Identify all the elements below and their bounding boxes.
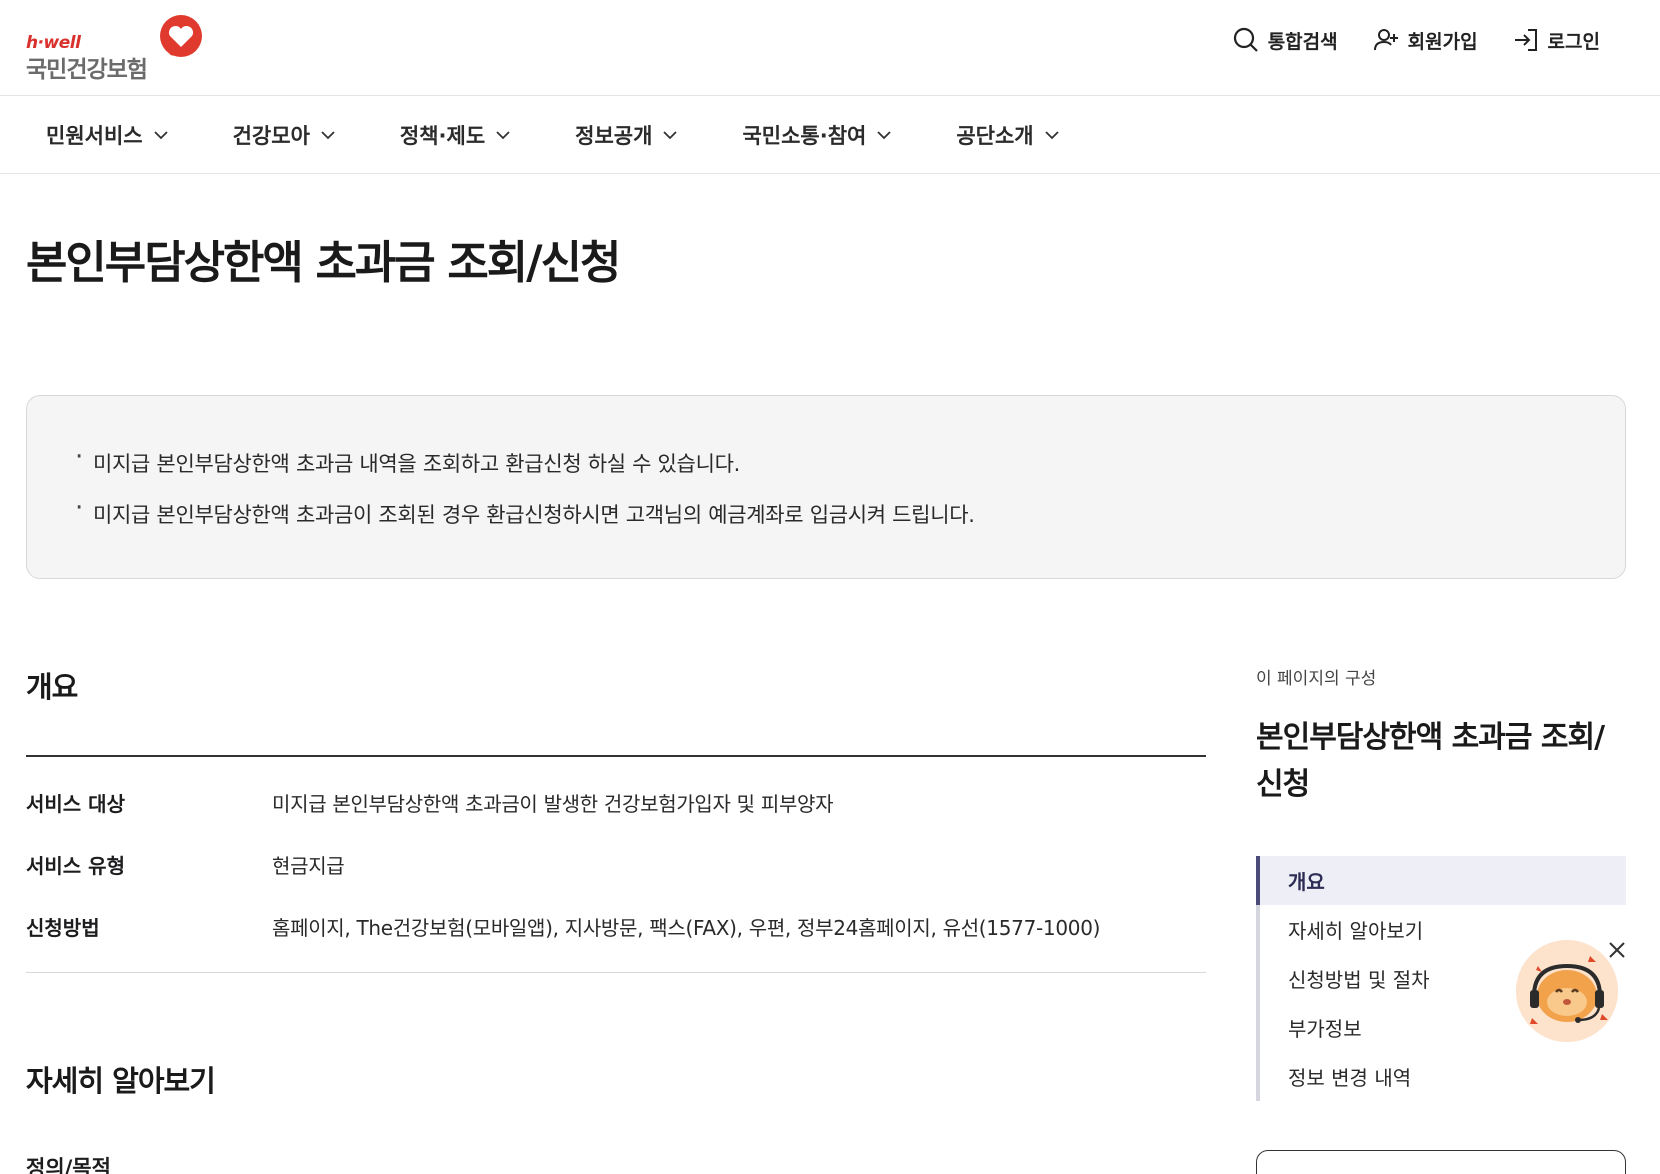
overview-row-key: 신청방법 — [26, 916, 100, 940]
site-logo[interactable]: h·well 국민건강보험 — [26, 14, 206, 83]
chevron-down-icon — [321, 131, 335, 140]
overview-row-value: 현금지급 — [272, 854, 345, 878]
notice-line: 미지급 본인부담상한액 초과금이 조회된 경우 환급신청하시면 고객님의 예금계… — [75, 493, 1577, 529]
toc-bottom-box — [1256, 1150, 1626, 1174]
chatbot-button[interactable] — [1516, 940, 1618, 1042]
nav-item-label: 국민소통·참여 — [742, 124, 867, 148]
overview-row: 서비스 유형 현금지급 — [26, 850, 345, 879]
close-icon[interactable] — [1606, 939, 1628, 961]
login-icon — [1514, 29, 1537, 51]
toc-caption: 이 페이지의 구성 — [1256, 669, 1377, 689]
overview-row-key: 서비스 유형 — [26, 854, 125, 878]
nav-item-about[interactable]: 공단소개 — [956, 120, 1059, 150]
overview-row-value: 홈페이지, The건강보험(모바일앱), 지사방문, 팩스(FAX), 우편, … — [272, 916, 1101, 940]
search-icon — [1233, 27, 1258, 52]
nav-item-label: 민원서비스 — [46, 124, 143, 148]
notice-box: 미지급 본인부담상한액 초과금 내역을 조회하고 환급신청 하실 수 있습니다.… — [26, 395, 1626, 579]
chevron-down-icon — [153, 131, 168, 140]
search-link[interactable]: 통합검색 — [1232, 26, 1338, 54]
signup-link-label: 회원가입 — [1407, 30, 1478, 53]
search-link-label: 통합검색 — [1267, 30, 1338, 53]
chatbot-mascot-icon — [1516, 940, 1618, 1042]
chevron-down-icon — [1044, 131, 1059, 140]
nav-item-label: 공단소개 — [956, 124, 1034, 148]
nav-item-civil-service[interactable]: 민원서비스 — [46, 120, 169, 150]
chevron-down-icon — [496, 131, 510, 140]
notice-line: 미지급 본인부담상한액 초과금 내역을 조회하고 환급신청 하실 수 있습니다. — [75, 442, 1577, 478]
nav-item-disclosure[interactable]: 정보공개 — [575, 120, 678, 150]
overview-row: 서비스 대상 미지급 본인부담상한액 초과금이 발생한 건강보험가입자 및 피부… — [26, 788, 834, 817]
overview-row-value: 미지급 본인부담상한액 초과금이 발생한 건강보험가입자 및 피부양자 — [272, 792, 834, 816]
nav-item-label: 건강모아 — [232, 124, 310, 148]
heart-logo-icon — [160, 15, 202, 57]
overview-heading: 개요 — [26, 670, 78, 704]
nav-item-label: 정책·제도 — [399, 124, 486, 148]
toc-title: 본인부담상한액 초과금 조회/신청 — [1256, 720, 1605, 802]
overview-table-top-border — [26, 755, 1206, 757]
overview-table-bottom-border — [26, 972, 1206, 973]
toc-item-overview[interactable]: 개요 — [1256, 856, 1626, 905]
nav-item-participation[interactable]: 국민소통·참여 — [742, 120, 892, 150]
overview-row-key: 서비스 대상 — [26, 792, 125, 816]
nav-item-policy[interactable]: 정책·제도 — [400, 120, 511, 150]
signup-link[interactable]: 회원가입 — [1372, 26, 1478, 54]
logo-brand-name: 국민건강보험 — [26, 57, 148, 83]
site-header: h·well 국민건강보험 통합검색 회원가입 로그인 — [0, 0, 1660, 96]
definition-purpose-heading: 정의/목적 — [26, 1156, 111, 1174]
chevron-down-icon — [877, 131, 891, 140]
user-plus-icon — [1373, 29, 1398, 51]
chevron-down-icon — [663, 131, 678, 140]
page-title: 본인부담상한액 초과금 조회/신청 — [26, 236, 621, 289]
nav-item-label: 정보공개 — [575, 124, 653, 148]
nav-item-health[interactable]: 건강모아 — [233, 120, 336, 150]
login-link[interactable]: 로그인 — [1512, 26, 1600, 54]
overview-row: 신청방법 홈페이지, The건강보험(모바일앱), 지사방문, 팩스(FAX),… — [26, 912, 1100, 941]
main-navigation: 민원서비스 건강모아 정책·제도 정보공개 국민소통·참여 공단소개 — [0, 96, 1660, 174]
login-link-label: 로그인 — [1547, 30, 1600, 53]
toc-item-change-history[interactable]: 정보 변경 내역 — [1260, 1052, 1626, 1101]
detail-heading: 자세히 알아보기 — [26, 1064, 216, 1098]
utility-menu: 통합검색 회원가입 로그인 — [1232, 26, 1600, 54]
